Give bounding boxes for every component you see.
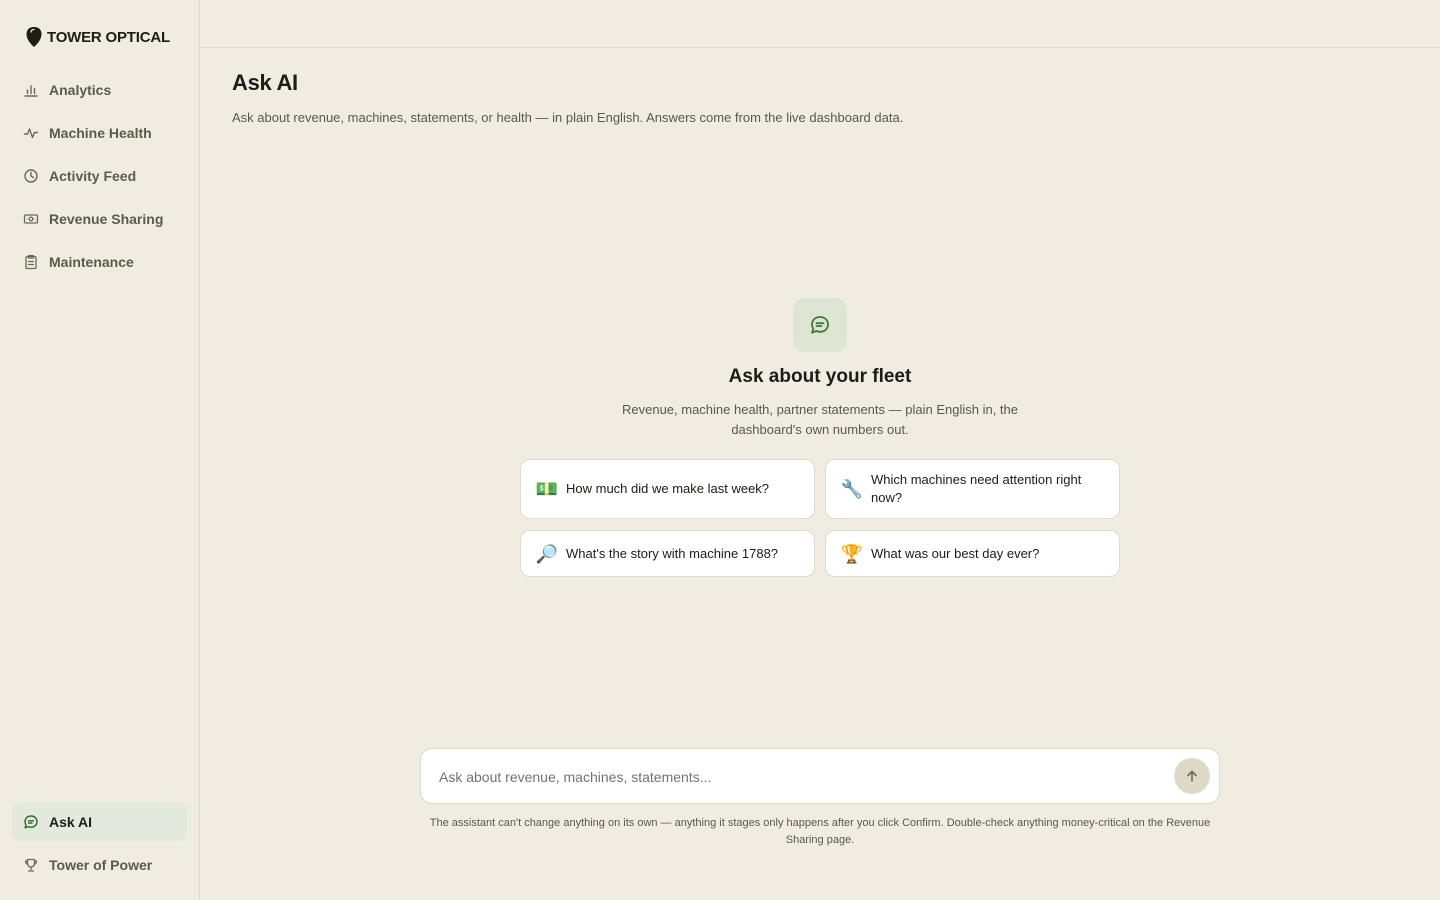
sidebar-item-label: Machine Health <box>49 124 152 141</box>
chat-composer <box>420 748 1220 804</box>
trophy-icon <box>24 858 38 872</box>
brand-logo[interactable]: TOWER OPTICAL <box>25 25 170 49</box>
clipboard-icon <box>25 254 37 269</box>
sidebar-item-revenue-sharing[interactable]: Revenue Sharing <box>12 199 187 238</box>
sidebar-item-label: Revenue Sharing <box>49 210 164 227</box>
send-button[interactable] <box>1174 758 1210 794</box>
sidebar: TOWER OPTICAL Analytics Machine Health A… <box>0 0 200 900</box>
sidebar-item-label: Ask AI <box>49 813 93 830</box>
wrench-icon: 🔧 <box>840 479 864 499</box>
money-icon: 💵 <box>535 479 559 499</box>
bar-chart-icon <box>24 84 38 97</box>
chat-input[interactable] <box>437 765 1157 789</box>
sidebar-item-label: Tower of Power <box>49 856 153 873</box>
suggestion-card[interactable]: 🔧 Which machines need attention right no… <box>825 459 1120 519</box>
pulse-icon <box>23 127 39 138</box>
clock-icon <box>24 168 38 183</box>
disclaimer-text: The assistant can't change anything on i… <box>429 817 1211 846</box>
sidebar-item-label: Maintenance <box>49 253 134 270</box>
shield-logo-icon <box>26 27 42 47</box>
banknote-icon <box>23 213 39 224</box>
chat-icon <box>24 814 38 828</box>
suggestion-card[interactable]: 💵 How much did we make last week? <box>520 459 815 519</box>
sidebar-bottom-nav: Ask AI Tower of Power <box>12 802 187 888</box>
sidebar-item-tower-of-power[interactable]: Tower of Power <box>12 845 187 884</box>
suggestion-text: How much did we make last week? <box>566 481 770 496</box>
magnifier-icon: 🔎 <box>535 543 559 564</box>
suggestion-text: What was our best day ever? <box>871 545 1040 561</box>
suggestion-card[interactable]: 🏆 What was our best day ever? <box>825 530 1120 577</box>
page-title: Ask AI <box>232 70 298 95</box>
trophy-icon: 🏆 <box>840 543 864 564</box>
suggestion-text: Which machines need attention right now? <box>871 472 1082 505</box>
arrow-up-icon <box>1187 770 1197 782</box>
hero-title: Ask about your fleet <box>728 366 912 387</box>
suggestion-card[interactable]: 🔎 What's the story with machine 1788? <box>520 530 815 577</box>
sidebar-item-label: Analytics <box>49 81 112 98</box>
sidebar-item-ask-ai[interactable]: Ask AI <box>12 802 187 841</box>
sidebar-item-machine-health[interactable]: Machine Health <box>12 113 187 152</box>
page-subtitle: Ask about revenue, machines, statements,… <box>232 110 904 125</box>
brand-name: TOWER OPTICAL <box>47 28 170 46</box>
chat-bubble-icon <box>793 298 847 352</box>
suggestion-text: What's the story with machine 1788? <box>566 545 779 561</box>
sidebar-nav: Analytics Machine Health Activity Feed R… <box>12 70 187 285</box>
top-bar <box>200 0 1440 48</box>
sidebar-item-label: Activity Feed <box>49 167 137 184</box>
sidebar-item-activity-feed[interactable]: Activity Feed <box>12 156 187 195</box>
sidebar-item-maintenance[interactable]: Maintenance <box>12 242 187 281</box>
sidebar-item-analytics[interactable]: Analytics <box>12 70 187 109</box>
hero-subtitle: Revenue, machine health, partner stateme… <box>621 402 1018 437</box>
